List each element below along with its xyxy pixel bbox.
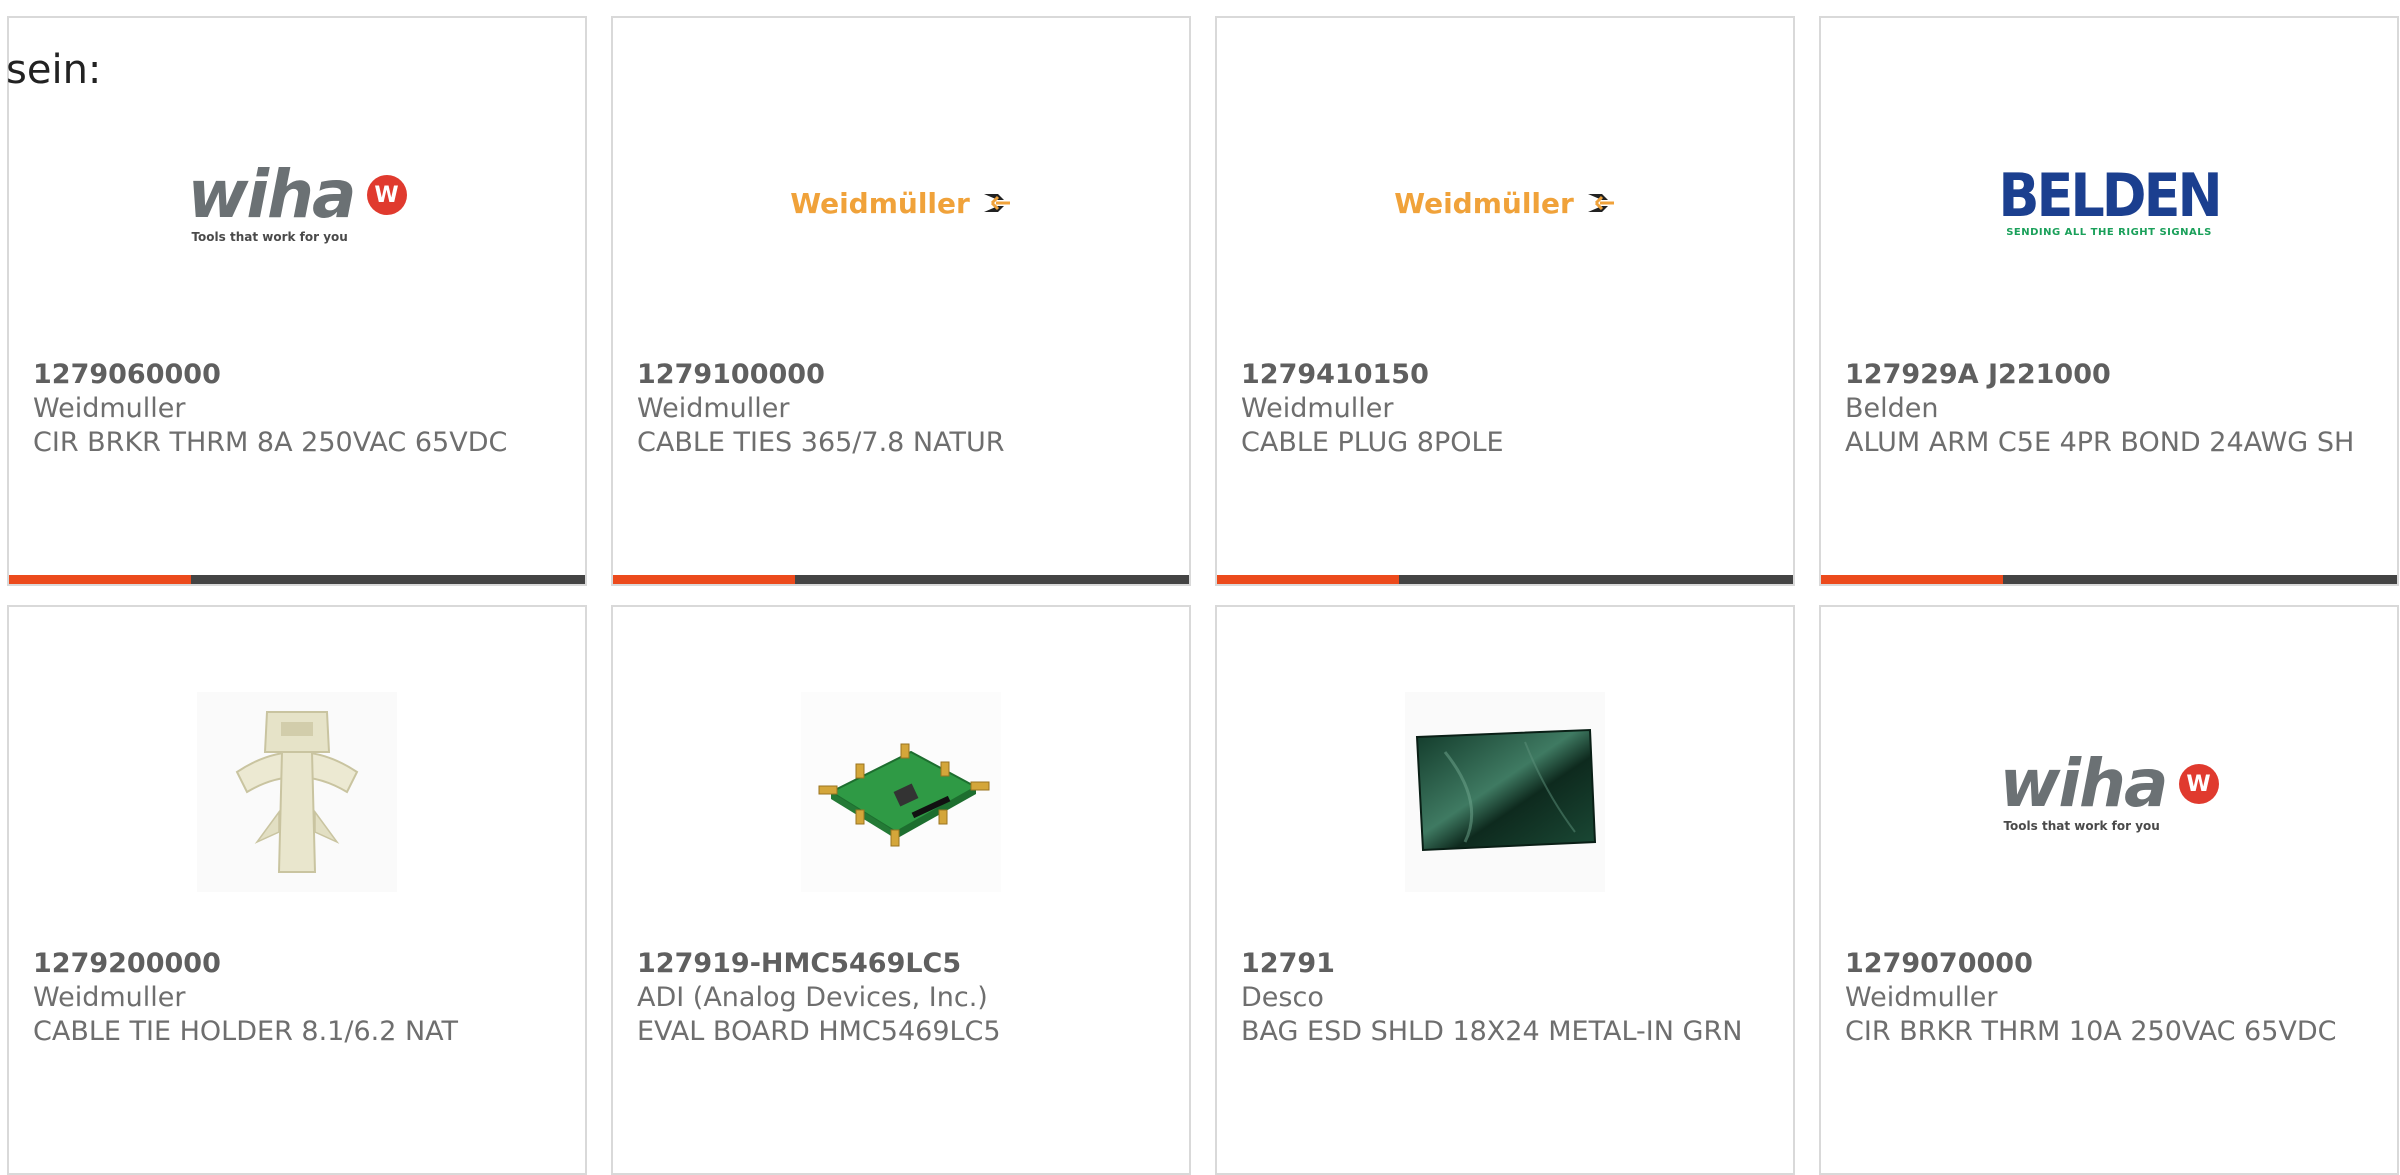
part-number[interactable]: 1279200000 xyxy=(33,947,561,981)
belden-logo: BELDEN SENDING ALL THE RIGHT SIGNALS xyxy=(1998,160,2222,238)
description: CIR BRKR THRM 10A 250VAC 65VDC xyxy=(1845,1016,2337,1047)
wiha-badge-icon: W xyxy=(366,175,407,215)
product-card-1279060000[interactable]: wiha W Tools that work for you 127906000… xyxy=(7,16,587,586)
description: ALUM ARM C5E 4PR BOND 24AWG SH xyxy=(1845,427,2355,458)
manufacturer: Weidmuller xyxy=(33,982,186,1013)
description: CIR BRKR THRM 8A 250VAC 65VDC xyxy=(33,427,508,458)
product-image xyxy=(613,667,1189,917)
product-image: wiha W Tools that work for you xyxy=(1821,667,2397,917)
cable-tie-holder-photo xyxy=(197,692,397,892)
part-number[interactable]: 127929A J221000 xyxy=(1845,358,2373,392)
part-number[interactable]: 1279410150 xyxy=(1241,358,1769,392)
wiha-tagline: Tools that work for you xyxy=(191,230,348,244)
eval-board-photo xyxy=(801,692,1001,892)
product-card-1279410150[interactable]: Weidmüller 1279410150 Weidmuller CABLE P… xyxy=(1215,16,1795,586)
description: CABLE TIE HOLDER 8.1/6.2 NAT xyxy=(33,1016,459,1047)
part-number[interactable]: 1279070000 xyxy=(1845,947,2373,981)
product-image: wiha W Tools that work for you xyxy=(9,78,585,328)
product-image: BELDEN SENDING ALL THE RIGHT SIGNALS xyxy=(1821,78,2397,328)
wiha-badge-icon: W xyxy=(2178,764,2219,804)
manufacturer: Weidmuller xyxy=(637,393,790,424)
product-card-127919-HMC5469LC5[interactable]: 127919-HMC5469LC5 ADI (Analog Devices, I… xyxy=(611,605,1191,1175)
card-bottom-bar xyxy=(1821,575,2397,584)
intro-text: sein: xyxy=(6,47,102,93)
product-image xyxy=(9,667,585,917)
part-number[interactable]: 12791 xyxy=(1241,947,1769,981)
weidmuller-logo: Weidmüller xyxy=(790,187,1012,220)
card-bottom-bar xyxy=(1217,575,1793,584)
description: BAG ESD SHLD 18X24 METAL-IN GRN xyxy=(1241,1016,1743,1047)
product-card-1279200000[interactable]: 1279200000 Weidmuller CABLE TIE HOLDER 8… xyxy=(7,605,587,1175)
manufacturer: Desco xyxy=(1241,982,1324,1013)
product-card-127929A-J221000[interactable]: BELDEN SENDING ALL THE RIGHT SIGNALS 127… xyxy=(1819,16,2399,586)
part-number[interactable]: 1279060000 xyxy=(33,358,561,392)
wiha-tagline: Tools that work for you xyxy=(2003,819,2160,833)
wiha-logo: wiha W Tools that work for you xyxy=(1999,751,2219,833)
manufacturer: Weidmuller xyxy=(33,393,186,424)
manufacturer: Belden xyxy=(1845,393,1939,424)
description: CABLE TIES 365/7.8 NATUR xyxy=(637,427,1005,458)
card-bottom-bar xyxy=(613,575,1189,584)
manufacturer: Weidmuller xyxy=(1845,982,1998,1013)
esd-bag-photo xyxy=(1405,692,1605,892)
description: CABLE PLUG 8POLE xyxy=(1241,427,1504,458)
product-card-1279100000[interactable]: Weidmüller 1279100000 Weidmuller CABLE T… xyxy=(611,16,1191,586)
weidmuller-logo: Weidmüller xyxy=(1394,187,1616,220)
wiha-logo: wiha W Tools that work for you xyxy=(187,162,407,244)
product-card-1279070000[interactable]: wiha W Tools that work for you 127907000… xyxy=(1819,605,2399,1175)
manufacturer: ADI (Analog Devices, Inc.) xyxy=(637,982,988,1013)
weidmuller-mark-icon xyxy=(1587,194,1614,212)
description: EVAL BOARD HMC5469LC5 xyxy=(637,1016,1001,1047)
part-number[interactable]: 127919-HMC5469LC5 xyxy=(637,947,1165,981)
product-image xyxy=(1217,667,1793,917)
card-bottom-bar xyxy=(9,575,585,584)
manufacturer: Weidmuller xyxy=(1241,393,1394,424)
product-card-12791[interactable]: 12791 Desco BAG ESD SHLD 18X24 METAL-IN … xyxy=(1215,605,1795,1175)
part-number[interactable]: 1279100000 xyxy=(637,358,1165,392)
weidmuller-mark-icon xyxy=(983,194,1010,212)
product-image: Weidmüller xyxy=(1217,78,1793,328)
product-image: Weidmüller xyxy=(613,78,1189,328)
